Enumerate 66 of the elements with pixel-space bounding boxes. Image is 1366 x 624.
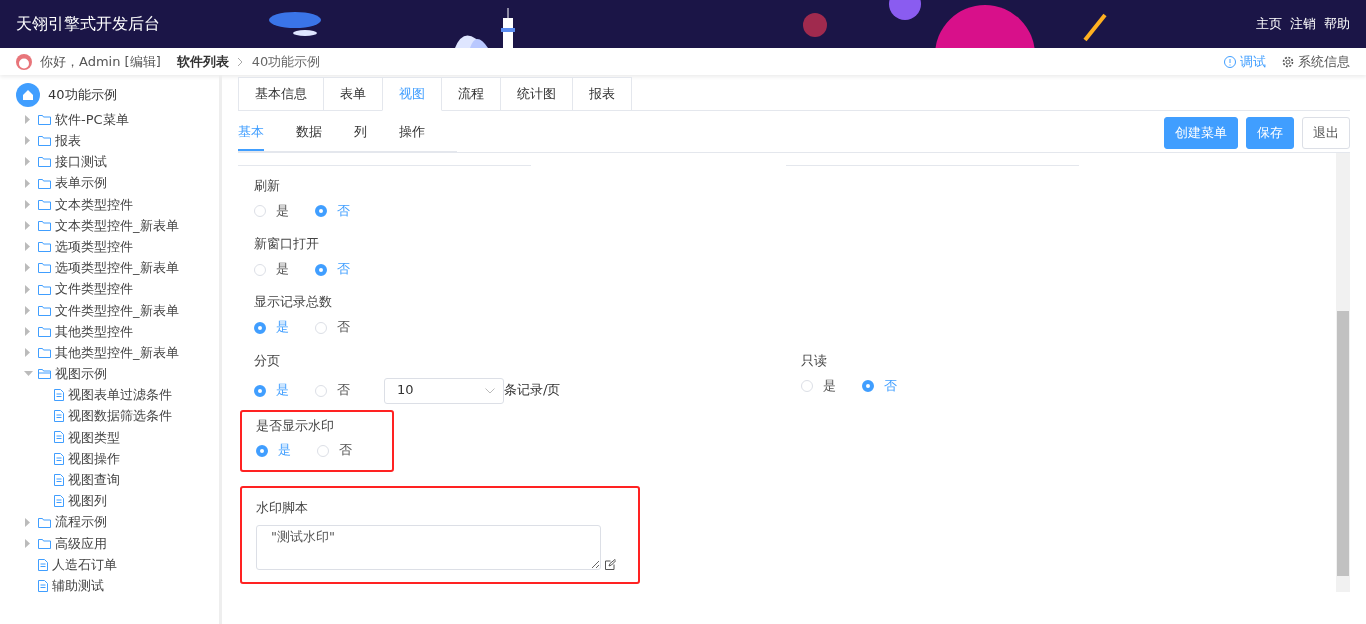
tree-item[interactable]: 软件-PC菜单 [16, 109, 219, 131]
option-label: 否 [339, 442, 352, 460]
option-label: 否 [337, 261, 350, 278]
field-label: 只读 [801, 352, 828, 370]
tree-root-item[interactable]: 40功能示例 [16, 83, 219, 107]
radio-option[interactable]: 否 [317, 442, 352, 460]
option-label: 否 [337, 382, 350, 399]
tree-item[interactable]: 表单示例 [16, 172, 219, 194]
textarea-field[interactable]: "测试水印" [256, 524, 601, 570]
tree-item[interactable]: 接口测试 [16, 151, 219, 173]
tree-item[interactable]: 视图数据筛选条件 [16, 405, 219, 427]
radio-option[interactable]: 是 [801, 377, 836, 395]
tab[interactable]: 报表 [572, 77, 632, 110]
tree-item[interactable]: 文件类型控件_新表单 [16, 299, 219, 321]
page-size-select[interactable]: 10 [384, 377, 504, 404]
radio-option[interactable]: 否 [315, 319, 350, 337]
tree-item[interactable]: 视图类型 [16, 426, 219, 448]
sub-tab[interactable]: 操作 [399, 113, 425, 151]
tree-item[interactable]: 辅助测试 [16, 575, 219, 597]
field-label: 显示记录总数 [254, 294, 333, 312]
tree-item[interactable]: 高级应用 [16, 532, 219, 554]
option-label: 是 [276, 202, 289, 220]
option-label: 是 [276, 382, 289, 399]
header-link[interactable]: 帮助 [1324, 14, 1350, 34]
tree-item[interactable]: 视图列 [16, 490, 219, 512]
tree-item[interactable]: 视图表单过滤条件 [16, 384, 219, 406]
option-label: 否 [337, 319, 350, 337]
option-label: 否 [884, 377, 897, 395]
sub-tab[interactable]: 列 [354, 113, 367, 151]
tree-item[interactable]: 选项类型控件_新表单 [16, 257, 219, 279]
sub-tab[interactable]: 数据 [296, 113, 322, 151]
field-label: 刷新 [254, 178, 281, 195]
tree-item[interactable]: 选项类型控件 [16, 236, 219, 258]
option-label: 是 [276, 319, 289, 337]
header-link[interactable]: 主页 [1256, 14, 1282, 34]
greeting-text: 你好，Admin [编辑] [40, 52, 161, 71]
action-button[interactable]: 退出 [1302, 117, 1350, 149]
field-label: 水印脚本 [256, 499, 309, 517]
tree-item[interactable]: 流程示例 [16, 511, 219, 533]
radio-option[interactable]: 是 [254, 261, 289, 278]
tree-item[interactable]: 人造石订单 [16, 553, 219, 576]
field-label: 新窗口打开 [254, 236, 320, 254]
tree-item[interactable]: 视图查询 [16, 469, 219, 491]
option-label: 否 [337, 202, 350, 220]
tree-item[interactable]: 其他类型控件 [16, 320, 219, 343]
tree-item[interactable]: 其他类型控件_新表单 [16, 342, 219, 364]
field-label: 是否显示水印 [256, 417, 335, 435]
field-label: 分页 [254, 352, 281, 370]
header-link[interactable]: 注销 [1290, 14, 1316, 34]
tree-item[interactable]: 视图示例 [16, 363, 219, 385]
tree-item[interactable]: 视图操作 [16, 448, 219, 470]
breadcrumb-link[interactable]: 软件列表 [176, 51, 229, 72]
tree-item[interactable]: 文本类型控件 [16, 193, 219, 215]
system-info-link[interactable]: 系统信息 [1282, 51, 1350, 72]
radio-option[interactable]: 是 [254, 202, 289, 220]
option-label: 是 [823, 377, 836, 395]
option-label: 是 [276, 261, 289, 278]
tree-item[interactable]: 报表 [16, 130, 219, 152]
tree-item[interactable]: 文本类型控件_新表单 [16, 214, 219, 237]
app-title: 天翎引擎式开发后台 [16, 13, 160, 35]
suffix-text: 条记录/页 [504, 382, 561, 399]
radio-option[interactable]: 否 [315, 382, 350, 399]
tree-item[interactable]: 文件类型控件 [16, 278, 219, 300]
option-label: 是 [278, 442, 291, 460]
tab[interactable]: 基本信息 [238, 77, 324, 110]
current-page-text: 40功能示例 [251, 52, 321, 71]
